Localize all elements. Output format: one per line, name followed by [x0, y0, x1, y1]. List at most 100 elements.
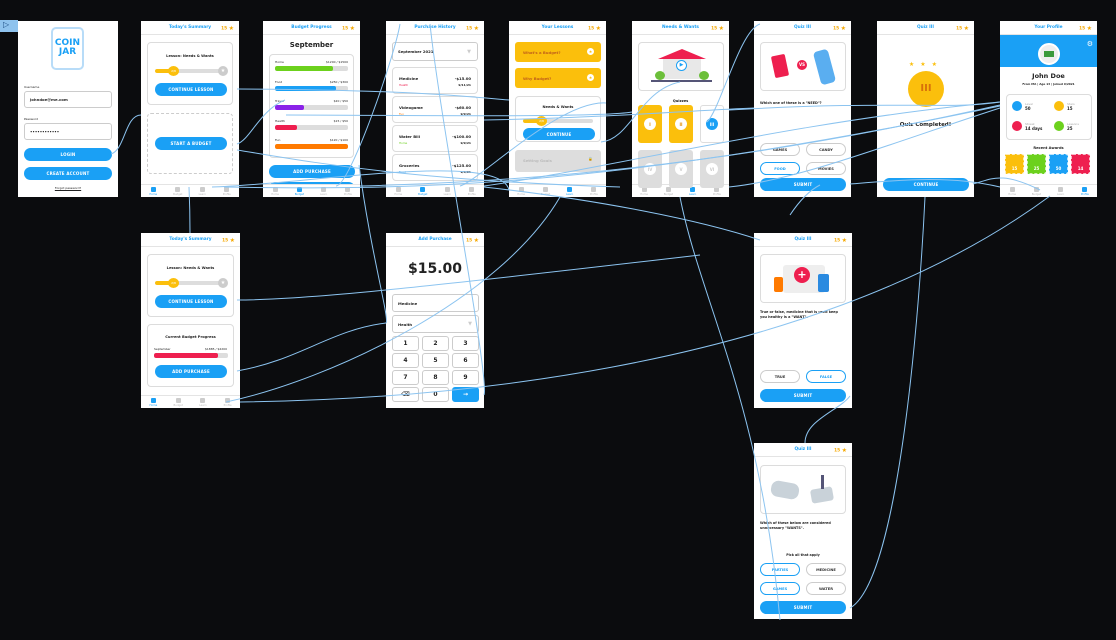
- start-budget-button[interactable]: START A BUDGET: [155, 137, 227, 150]
- star-icon: ★: [473, 236, 479, 244]
- keypad-key-0[interactable]: 0: [422, 387, 449, 402]
- continue-lesson-button[interactable]: CONTINUE LESSON: [155, 295, 227, 308]
- keypad-key-7[interactable]: 7: [392, 370, 419, 385]
- tab-learn[interactable]: Learn: [190, 185, 215, 197]
- lesson-card[interactable]: What's a Budget? ★: [515, 42, 601, 62]
- continue-lesson-button[interactable]: CONTINUE LESSON: [155, 83, 227, 96]
- purchase-item[interactable]: Water Bill -$100.00 Home 9/9/21: [392, 125, 478, 152]
- option-true[interactable]: TRUE: [760, 370, 800, 383]
- quiz-tile[interactable]: IV: [638, 150, 662, 188]
- tab-budget[interactable]: Budget: [287, 185, 311, 197]
- quiz-completed-screen: Quiz III 15 ★ ★★★ III Quiz Completed! CON…: [877, 21, 974, 197]
- tab-home[interactable]: Home: [386, 185, 411, 197]
- quiz-tile[interactable]: II: [669, 105, 693, 143]
- tab-learn[interactable]: Learn: [1049, 185, 1073, 197]
- connector: [358, 164, 388, 324]
- piggy-bank-icon: [542, 187, 548, 192]
- option-games[interactable]: GAMES: [760, 582, 800, 595]
- quiz-tile[interactable]: III: [700, 105, 724, 143]
- option-movies[interactable]: MOVIES: [806, 162, 846, 175]
- lesson-card[interactable]: Why Budget? ★: [515, 68, 601, 88]
- tab-learn[interactable]: Learn: [191, 396, 216, 408]
- tab-budget[interactable]: Budget: [166, 396, 191, 408]
- keypad-key-9[interactable]: 9: [452, 370, 479, 385]
- award-badge[interactable]: 15: [1005, 154, 1024, 174]
- purchase-item[interactable]: Medicine -$15.00 Health 9/11/21: [392, 67, 478, 94]
- award-badge[interactable]: 50: [1049, 154, 1068, 174]
- gear-icon[interactable]: ⚙: [1087, 40, 1093, 48]
- submit-button[interactable]: SUBMIT: [760, 601, 846, 614]
- keypad-key-2[interactable]: 2: [422, 336, 449, 351]
- profile-icon: [469, 187, 475, 192]
- tab-learn[interactable]: Learn: [558, 185, 582, 197]
- option-food[interactable]: FOOD: [760, 162, 800, 175]
- quiz-tile[interactable]: V: [669, 150, 693, 188]
- continue-button[interactable]: CONTINUE: [883, 178, 969, 191]
- tab-budget[interactable]: Budget: [411, 185, 436, 197]
- option-false[interactable]: FALSE: [806, 370, 846, 383]
- tab-learn[interactable]: Learn: [435, 185, 460, 197]
- tab-home[interactable]: Home: [1000, 185, 1024, 197]
- keypad-key-3[interactable]: 3: [452, 336, 479, 351]
- add-purchase-button[interactable]: ADD PURCHASE: [155, 365, 227, 378]
- tab-profile[interactable]: Profile: [1073, 185, 1097, 197]
- tab-profile[interactable]: Profile: [215, 185, 240, 197]
- keypad-key-5[interactable]: 5: [422, 353, 449, 368]
- keypad-key-4[interactable]: 4: [392, 353, 419, 368]
- purchase-item[interactable]: Groceries -$125.00 Food 9/8/21: [392, 154, 478, 181]
- quiz-image-card: [760, 465, 846, 514]
- award-badge[interactable]: 25: [1027, 154, 1046, 174]
- keypad-key-6[interactable]: 6: [452, 353, 479, 368]
- option-candy[interactable]: CANDY: [806, 143, 846, 156]
- tab-home[interactable]: Home: [263, 185, 287, 197]
- budget-category: Fun: [275, 138, 281, 142]
- budget-category: Home: [275, 60, 284, 64]
- piggy-bank-icon: [1033, 187, 1039, 192]
- tab-profile[interactable]: Profile: [336, 185, 360, 197]
- add-purchase-button[interactable]: ADD PURCHASE: [269, 165, 355, 178]
- backspace-key[interactable]: ⌫: [392, 387, 419, 402]
- award-badge[interactable]: 14: [1071, 154, 1090, 174]
- quiz-tile[interactable]: I: [638, 105, 662, 143]
- submit-button[interactable]: SUBMIT: [760, 178, 846, 191]
- tab-profile[interactable]: Profile: [215, 396, 240, 408]
- quiz-hint: Pick all that apply: [786, 553, 820, 557]
- tab-budget[interactable]: Budget: [166, 185, 191, 197]
- option-parties[interactable]: PARTIES: [760, 563, 800, 576]
- tab-learn[interactable]: Learn: [312, 185, 336, 197]
- submit-button[interactable]: SUBMIT: [760, 389, 846, 402]
- category-dropdown[interactable]: Health ▼: [392, 315, 479, 333]
- keypad-key-1[interactable]: 1: [392, 336, 419, 351]
- play-prototype-button[interactable]: ▷: [0, 20, 18, 32]
- tab-home[interactable]: Home: [141, 185, 166, 197]
- option-medicine[interactable]: MEDICINE: [806, 563, 846, 576]
- login-button[interactable]: LOGIN: [24, 148, 112, 161]
- month-dropdown[interactable]: September 2021 ▼: [392, 42, 478, 61]
- star-icon: ★: [841, 446, 847, 454]
- video-card[interactable]: ▶: [638, 42, 724, 91]
- username-input[interactable]: johndoe@me.com: [24, 91, 112, 108]
- purchase-name: Water Bill: [399, 134, 420, 139]
- password-input[interactable]: ••••••••••••: [24, 123, 112, 140]
- keypad-key-8[interactable]: 8: [422, 370, 449, 385]
- option-water[interactable]: WATER: [806, 582, 846, 595]
- budget-bar: [275, 85, 348, 91]
- submit-arrow-key[interactable]: →: [452, 387, 479, 402]
- tab-profile[interactable]: Profile: [460, 185, 485, 197]
- continue-button[interactable]: CONTINUE: [523, 128, 595, 140]
- tab-profile[interactable]: Profile: [582, 185, 606, 197]
- purchase-name-input[interactable]: Medicine: [392, 294, 479, 312]
- create-account-button[interactable]: CREATE ACCOUNT: [24, 167, 112, 180]
- purchase-item[interactable]: Videogame -$60.00 Fun 9/9/21: [392, 96, 478, 123]
- your-lessons-screen: Your Lessons 15 ★ What's a Budget? ★ Why B…: [509, 21, 606, 197]
- tab-budget[interactable]: Budget: [533, 185, 557, 197]
- tab-home[interactable]: Home: [141, 396, 166, 408]
- add-purchase-screen: Add Purchase 15 ★ $15.00 Medicine Health ▼…: [386, 233, 484, 408]
- forgot-password-link[interactable]: Forgot password?: [18, 186, 118, 190]
- tab-budget[interactable]: Budget: [1024, 185, 1048, 197]
- quiz-tile[interactable]: VI: [700, 150, 724, 188]
- option-games[interactable]: GAMES: [760, 143, 800, 156]
- quiz-number: IV: [644, 163, 656, 175]
- play-icon[interactable]: ▶: [676, 60, 687, 71]
- tab-home[interactable]: Home: [509, 185, 533, 197]
